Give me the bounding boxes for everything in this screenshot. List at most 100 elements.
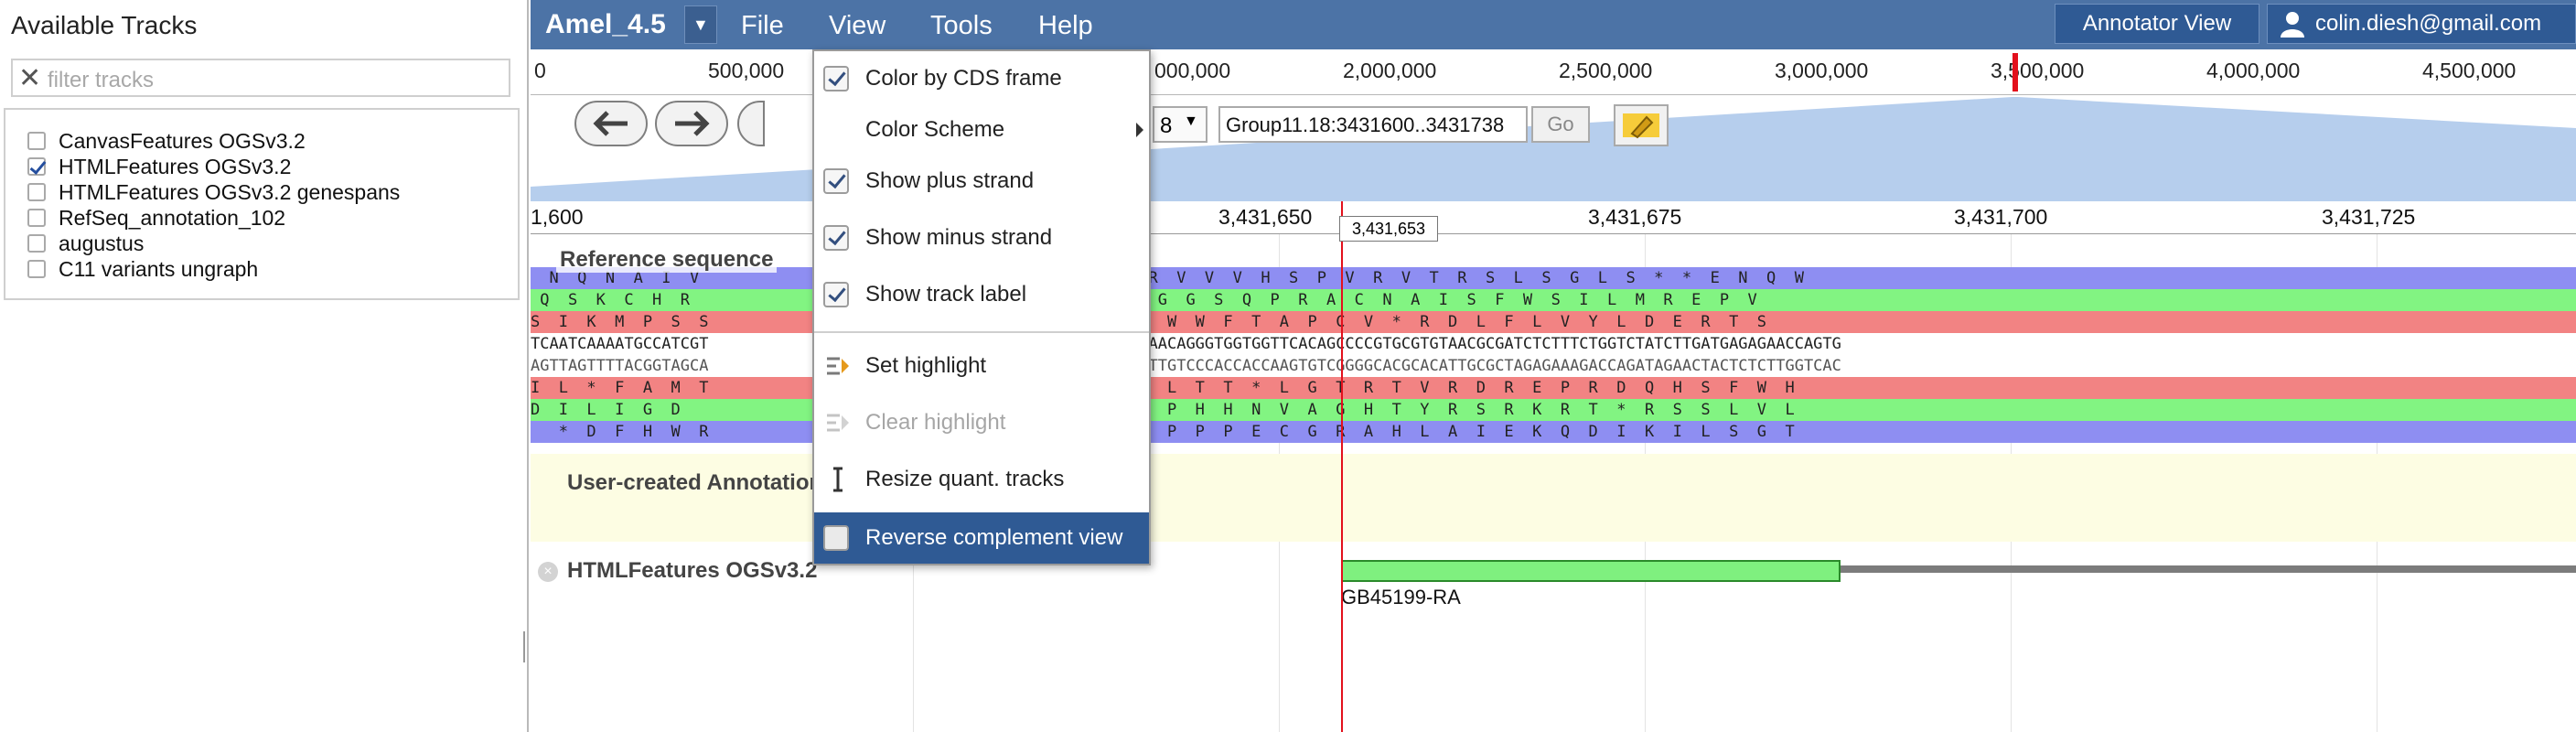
reference-sequence-label[interactable]: Reference sequence: [556, 247, 778, 273]
menu-item-label: Reverse complement view: [865, 525, 1123, 550]
ruler-tick: 1,600: [531, 205, 584, 229]
track-item-c11-variants[interactable]: C11 variants ungraph: [27, 256, 258, 282]
checkbox[interactable]: [823, 66, 849, 92]
user-annotations-label: User-created Annotations: [567, 470, 835, 495]
menu-item-show-minus-strand[interactable]: Show minus strand: [814, 212, 1149, 264]
overview-tick: 4,000,000: [2206, 59, 2301, 82]
track-item-genespans[interactable]: HTMLFeatures OGSv3.2 genespans: [27, 179, 400, 205]
location-input[interactable]: Group11.18:3431600..3431738: [1218, 106, 1528, 143]
menu-separator: [814, 331, 1149, 333]
menu-view[interactable]: View: [829, 11, 886, 41]
track-item-augustus[interactable]: augustus: [27, 231, 144, 256]
menu-item-label: Show minus strand: [865, 225, 1053, 250]
track-checkbox[interactable]: [27, 234, 46, 253]
overview-tick: 000,000: [1154, 59, 1231, 82]
resize-vertical-icon: [833, 467, 843, 492]
track-checkbox[interactable]: [27, 260, 46, 278]
menu-item-label: Color Scheme: [865, 117, 1005, 142]
track-label: CanvasFeatures OGSv3.2: [59, 128, 306, 153]
zoom-level-select[interactable]: 8 ▼: [1153, 106, 1208, 143]
arrow-right-icon: [675, 111, 710, 136]
menu-item-label: Clear highlight: [865, 410, 1006, 435]
menu-item-label: Resize quant. tracks: [865, 467, 1065, 491]
ruler-tick: 3,431,675: [1588, 205, 1682, 229]
menu-item-label: Color by CDS frame: [865, 66, 1062, 91]
feature-exon[interactable]: [1341, 560, 1841, 582]
menu-item-show-track-label[interactable]: Show track label: [814, 269, 1149, 320]
zoom-level-value: 8: [1160, 113, 1173, 138]
filter-placeholder: filter tracks: [48, 68, 155, 92]
menu-item-set-highlight[interactable]: Set highlight: [814, 340, 1149, 392]
menu-item-clear-highlight[interactable]: Clear highlight: [814, 397, 1149, 448]
track-checkbox[interactable]: [27, 183, 46, 201]
track-label: augustus: [59, 231, 145, 255]
ruler-tick: 3,431,725: [2322, 205, 2416, 229]
pan-right-button[interactable]: [655, 101, 728, 146]
track-label-htmlfeatures[interactable]: HTMLFeatures OGSv3.2: [567, 558, 821, 584]
close-track-icon[interactable]: ×: [538, 562, 558, 582]
overview-tick: 2,000,000: [1343, 59, 1437, 82]
track-label: C11 variants ungraph: [59, 256, 259, 281]
checkbox[interactable]: [823, 168, 849, 194]
menu-tools[interactable]: Tools: [930, 11, 993, 41]
pan-left-button[interactable]: [574, 101, 648, 146]
panel-title: Available Tracks: [11, 11, 198, 39]
arrow-left-icon: [593, 111, 628, 136]
highlight-position-line: [1341, 201, 1343, 732]
menubar: Amel_4.5 ▼ File View Tools Help Annotato…: [531, 0, 2576, 49]
track-label: HTMLFeatures OGSv3.2: [59, 154, 292, 178]
track-item-htmlfeatures[interactable]: HTMLFeatures OGSv3.2: [27, 154, 291, 179]
track-item-refseq[interactable]: RefSeq_annotation_102: [27, 205, 285, 231]
view-menu-dropdown: Color by CDS frame Color Scheme Show plu…: [812, 49, 1151, 565]
menu-item-show-plus-strand[interactable]: Show plus strand: [814, 156, 1149, 207]
track-selector-panel: Available Tracks ✕ filter tracks CanvasF…: [0, 0, 529, 732]
track-checkbox[interactable]: [27, 157, 46, 176]
feature-intron[interactable]: [1841, 565, 2576, 573]
annotator-view-button[interactable]: Annotator View: [2055, 4, 2259, 44]
highlighter-icon: [1623, 113, 1659, 139]
checkbox[interactable]: [823, 225, 849, 251]
user-email: colin.diesh@gmail.com: [2315, 11, 2542, 36]
organism-title[interactable]: Amel_4.5: [545, 9, 666, 40]
track-checkbox[interactable]: [27, 209, 46, 227]
clear-highlight-icon: [827, 414, 849, 432]
menu-file[interactable]: File: [741, 11, 784, 41]
chevron-right-icon: [1136, 123, 1143, 137]
highlight-button[interactable]: [1614, 104, 1669, 146]
menu-help[interactable]: Help: [1038, 11, 1093, 41]
overview-tick: 4,500,000: [2422, 59, 2517, 82]
checkbox[interactable]: [823, 282, 849, 307]
track-checkbox[interactable]: [27, 132, 46, 150]
track-item-canvasfeatures[interactable]: CanvasFeatures OGSv3.2: [27, 128, 306, 154]
menu-item-label: Show plus strand: [865, 168, 1035, 193]
overview-tick: 0: [534, 59, 546, 82]
clear-filter-icon[interactable]: ✕: [18, 62, 41, 95]
ruler-tick: 3,431,700: [1954, 205, 2048, 229]
overview-tick: 3,500,000: [1991, 59, 2085, 82]
checkbox[interactable]: [823, 525, 849, 551]
menu-item-color-scheme[interactable]: Color Scheme: [814, 104, 1149, 156]
panel-splitter-handle[interactable]: [523, 631, 525, 662]
menu-item-label: Set highlight: [865, 353, 987, 378]
menu-item-color-by-cds-frame[interactable]: Color by CDS frame: [814, 53, 1149, 104]
cursor-position-label: 3,431,653: [1339, 216, 1438, 242]
chevron-down-icon: ▼: [1184, 113, 1198, 129]
chevron-down-icon: ▼: [692, 16, 709, 34]
go-button[interactable]: Go: [1531, 106, 1590, 143]
menu-item-label: Show track label: [865, 282, 1027, 307]
track-label: RefSeq_annotation_102: [59, 205, 286, 230]
overview-location-marker[interactable]: [2012, 53, 2018, 92]
overview-tick: 2,500,000: [1559, 59, 1653, 82]
feature-name-label: GB45199-RA: [1341, 586, 1461, 608]
filter-tracks-input[interactable]: ✕ filter tracks: [11, 59, 510, 97]
track-list: CanvasFeatures OGSv3.2 HTMLFeatures OGSv…: [4, 108, 520, 300]
user-icon: [2281, 12, 2304, 38]
menu-item-resize-quant-tracks[interactable]: Resize quant. tracks: [814, 454, 1149, 505]
user-account-button[interactable]: colin.diesh@gmail.com: [2267, 4, 2576, 44]
set-highlight-icon: [827, 357, 849, 375]
overview-tick: 500,000: [708, 59, 785, 82]
track-label: HTMLFeatures OGSv3.2 genespans: [59, 179, 401, 204]
organism-dropdown-button[interactable]: ▼: [684, 5, 717, 44]
menu-item-reverse-complement-view[interactable]: Reverse complement view: [814, 512, 1149, 564]
ruler-tick: 3,431,650: [1218, 205, 1313, 229]
